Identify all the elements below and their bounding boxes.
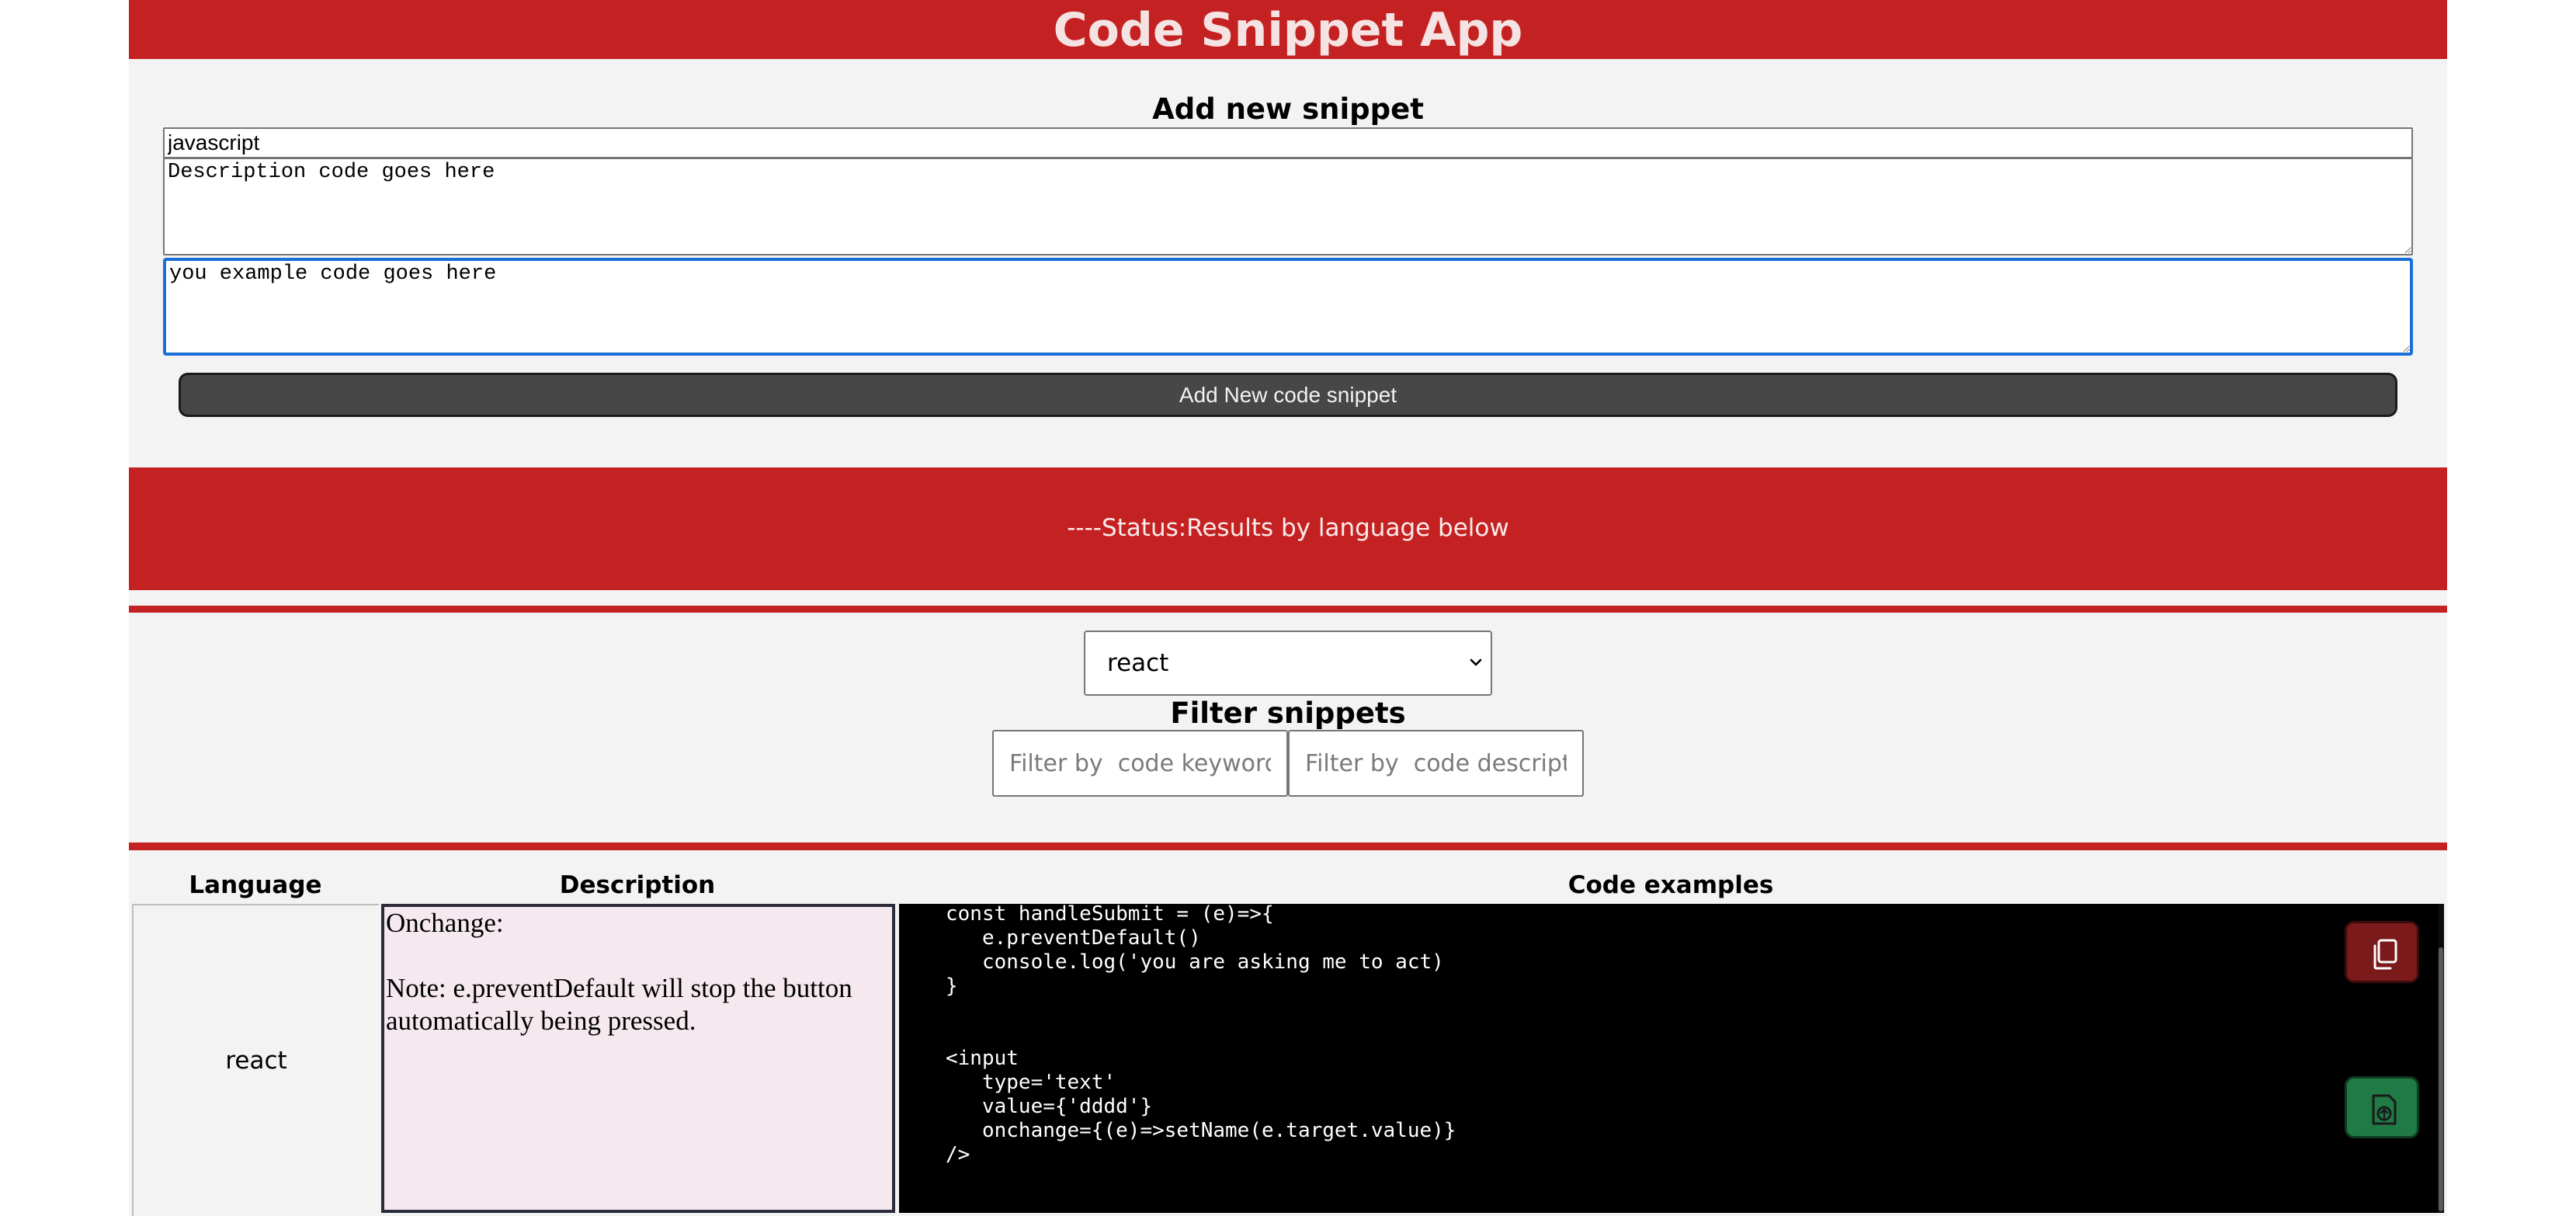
table-cell-code[interactable]: const handleSubmit = (e)=>{ e.preventDef… — [899, 904, 2444, 1213]
code-scrollbar[interactable] — [2438, 904, 2444, 1213]
table-cell-language: react — [132, 904, 379, 1216]
add-snippet-heading: Add new snippet — [1152, 92, 1424, 126]
section-divider — [129, 843, 2447, 850]
filter-keyword-input[interactable] — [992, 730, 1288, 797]
app-container: Code Snippet App Add new snippet Descrip… — [129, 0, 2447, 1216]
row-language: react — [225, 1047, 287, 1075]
section-divider — [129, 606, 2447, 613]
filter-description-input[interactable] — [1288, 730, 1584, 797]
app-title: Code Snippet App — [1053, 3, 1523, 57]
code-scrollbar-thumb[interactable] — [2439, 947, 2443, 1211]
code-example: const handleSubmit = (e)=>{ e.preventDef… — [946, 904, 1456, 1166]
add-snippet-button[interactable]: Add New code snippet — [179, 373, 2397, 417]
save-button[interactable] — [2345, 1076, 2419, 1138]
table-cell-description[interactable]: Onchange: Note: e.preventDefault will st… — [381, 904, 895, 1213]
column-header-code: Code examples — [1567, 871, 1774, 899]
column-header-description: Description — [559, 871, 716, 899]
copy-icon — [2373, 939, 2397, 970]
app-header: Code Snippet App — [129, 0, 2447, 59]
code-textarea[interactable]: you example code goes here — [163, 258, 2413, 356]
filter-snippets-heading: Filter snippets — [1170, 697, 1406, 730]
status-banner: ----Status:Results by language below — [129, 467, 2447, 590]
save-icon — [2372, 1094, 2397, 1125]
language-filter-select[interactable]: react — [1084, 631, 1492, 696]
chevron-down-icon — [1470, 658, 1482, 666]
language-input[interactable] — [163, 127, 2413, 158]
copy-button[interactable] — [2345, 921, 2419, 983]
language-filter-value: react — [1107, 649, 1169, 677]
description-textarea[interactable]: Description code goes here — [163, 158, 2413, 255]
column-header-language: Language — [189, 871, 322, 899]
status-text: ----Status:Results by language below — [1067, 514, 1509, 542]
